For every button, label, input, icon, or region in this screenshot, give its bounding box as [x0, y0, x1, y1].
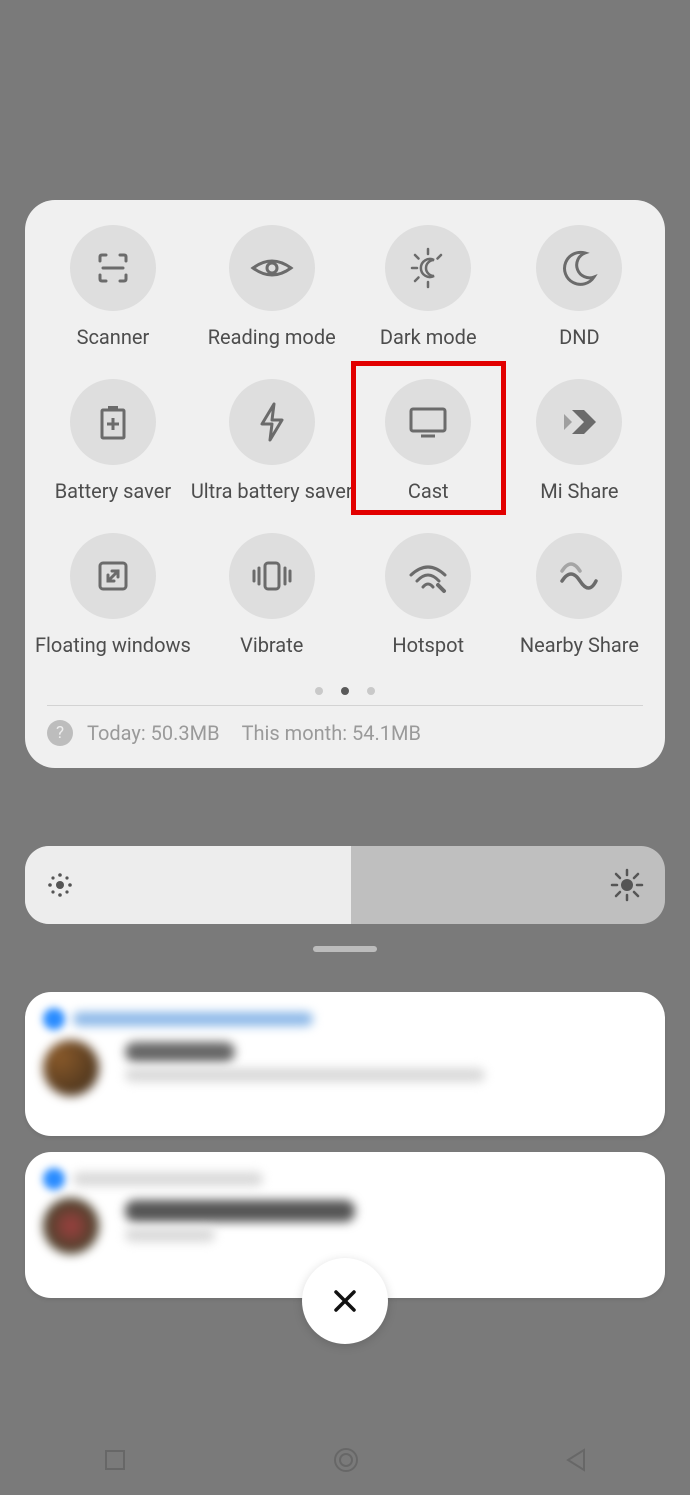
tile-label: Floating windows: [35, 633, 191, 657]
tile-battery-saver[interactable]: Battery saver: [35, 379, 191, 503]
tile-ultra-battery-saver[interactable]: Ultra battery saver: [191, 379, 353, 503]
brightness-low-icon: [45, 870, 75, 900]
highlight-box: [351, 361, 506, 515]
tile-label: Vibrate: [240, 633, 303, 657]
page-dot-active: [341, 687, 349, 695]
blurred-text: [73, 1172, 263, 1186]
dark-mode-icon: [385, 225, 471, 311]
tile-mi-share[interactable]: Mi Share: [504, 379, 655, 503]
tile-vibrate[interactable]: Vibrate: [191, 533, 353, 657]
tile-label: Reading mode: [208, 325, 336, 349]
tile-cast[interactable]: Cast: [353, 379, 504, 503]
drag-handle[interactable]: [313, 946, 377, 952]
scanner-icon: [70, 225, 156, 311]
app-icon-blurred: [43, 1008, 65, 1030]
recents-icon[interactable]: [102, 1447, 128, 1473]
page-dot: [367, 687, 375, 695]
avatar-blurred: [43, 1198, 99, 1254]
floating-window-icon: [70, 533, 156, 619]
clear-notifications-button[interactable]: [302, 1258, 388, 1344]
help-icon: ?: [47, 720, 73, 746]
tile-label: Hotspot: [392, 633, 464, 657]
brightness-slider[interactable]: [25, 846, 665, 924]
page-dot: [315, 687, 323, 695]
tiles-grid: Scanner Reading mode Dark mode: [25, 225, 665, 657]
blurred-text: [125, 1228, 215, 1242]
avatar-blurred: [43, 1040, 99, 1096]
tile-hotspot[interactable]: Hotspot: [353, 533, 504, 657]
hotspot-icon: [385, 533, 471, 619]
battery-plus-icon: [70, 379, 156, 465]
mi-share-icon: [536, 379, 622, 465]
tile-label: Battery saver: [55, 479, 171, 503]
blurred-text: [125, 1200, 355, 1222]
tile-floating-windows[interactable]: Floating windows: [35, 533, 191, 657]
blurred-text: [125, 1068, 485, 1082]
quick-settings-panel: Scanner Reading mode Dark mode: [25, 200, 665, 768]
brightness-high-icon: [609, 867, 645, 903]
bolt-icon: [229, 379, 315, 465]
pagination-dots[interactable]: [25, 687, 665, 695]
tile-scanner[interactable]: Scanner: [35, 225, 191, 349]
data-month: This month: 54.1MB: [242, 721, 421, 745]
tile-nearby-share[interactable]: Nearby Share: [504, 533, 655, 657]
blurred-text: [73, 1012, 313, 1026]
tile-label: DND: [559, 325, 600, 349]
data-usage-row[interactable]: ? Today: 50.3MB This month: 54.1MB: [25, 706, 665, 752]
blurred-text: [125, 1042, 235, 1062]
back-icon[interactable]: [564, 1447, 588, 1473]
moon-icon: [536, 225, 622, 311]
nearby-share-icon: [536, 533, 622, 619]
tile-label: Nearby Share: [520, 633, 639, 657]
tile-label: Mi Share: [540, 479, 618, 503]
nav-bar: [0, 1425, 690, 1495]
eye-icon: [229, 225, 315, 311]
tile-label: Ultra battery saver: [191, 479, 353, 503]
close-icon: [330, 1286, 360, 1316]
tile-label: Scanner: [77, 325, 150, 349]
tile-dnd[interactable]: DND: [504, 225, 655, 349]
tile-reading-mode[interactable]: Reading mode: [191, 225, 353, 349]
tile-label: Dark mode: [380, 325, 477, 349]
notification-card[interactable]: [25, 992, 665, 1136]
app-icon-blurred: [43, 1168, 65, 1190]
tile-dark-mode[interactable]: Dark mode: [353, 225, 504, 349]
home-icon[interactable]: [331, 1445, 361, 1475]
vibrate-icon: [229, 533, 315, 619]
data-today: Today: 50.3MB: [87, 721, 220, 745]
